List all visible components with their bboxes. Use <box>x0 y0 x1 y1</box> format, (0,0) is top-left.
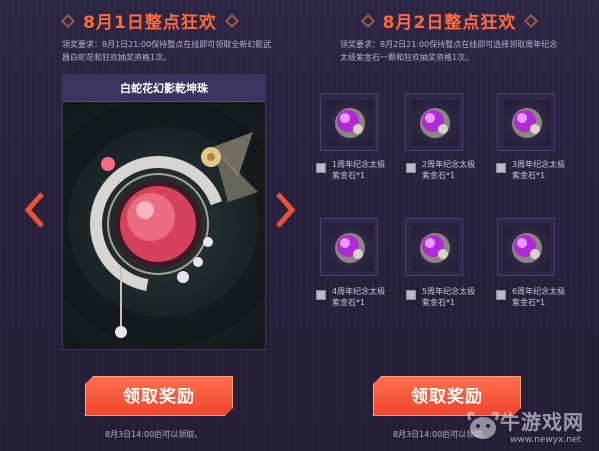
weapon-artwork <box>63 102 265 349</box>
day2-requirement: 领奖要求：8月2日21:00保持整点在线即可选择领取周年纪念太极紫金石一颗和狂欢… <box>340 40 558 62</box>
item-quantity: 紫金石*1 <box>332 298 366 307</box>
item-name: 3周年纪念太极 <box>512 160 566 169</box>
reward-item-1-checkbox[interactable] <box>316 163 326 173</box>
item-quantity: 紫金石*1 <box>512 298 546 307</box>
showcase-title: 白蛇花幻影乾坤珠 <box>63 75 265 102</box>
reward-item-3[interactable] <box>497 93 555 151</box>
reward-item-3-checkbox[interactable] <box>496 163 506 173</box>
day1-title-text: 8月1日整点狂欢 <box>83 13 217 33</box>
purple-gem-icon <box>335 108 365 138</box>
claim-reward-button-day1[interactable]: 领取奖励 <box>85 376 233 416</box>
item-name: 1周年纪念太极 <box>332 160 386 169</box>
purple-gem-icon <box>420 233 450 263</box>
watermark-url: www.newyx.net <box>510 435 582 445</box>
reward-item-5-checkbox[interactable] <box>406 290 416 300</box>
day2-title-text: 8月2日整点狂欢 <box>382 13 517 33</box>
reward-showcase: 白蛇花幻影乾坤珠 <box>62 74 266 350</box>
reward-item-2[interactable] <box>405 93 463 151</box>
reward-item-6[interactable] <box>497 218 555 276</box>
item-quantity: 紫金石*1 <box>422 298 456 307</box>
item-quantity: 紫金石*1 <box>332 171 366 180</box>
reward-item-5[interactable] <box>405 218 463 276</box>
day2-panel: 8月2日整点狂欢 领奖要求：8月2日21:00保持整点在线即可选择领取周年纪念太… <box>300 0 599 451</box>
item-name: 4周年纪念太极 <box>332 287 386 296</box>
reward-item-6-checkbox[interactable] <box>496 290 506 300</box>
purple-gem-icon <box>512 108 542 138</box>
watermark-text: 牛游戏网 <box>500 410 584 434</box>
item-quantity: 紫金石*1 <box>422 171 456 180</box>
day2-title: 8月2日整点狂欢 <box>300 8 599 33</box>
reward-item-4-checkbox[interactable] <box>316 290 326 300</box>
reward-item-2-checkbox[interactable] <box>406 163 416 173</box>
ornament-icon <box>61 13 76 29</box>
chevron-right-icon[interactable] <box>272 190 298 230</box>
day1-claim-note: 8月3日14:00后可以领取。 <box>105 430 203 439</box>
ornament-icon <box>224 13 239 29</box>
day1-title: 8月1日整点狂欢 <box>0 8 300 33</box>
ornament-icon <box>360 13 375 29</box>
item-name: 5周年纪念太极 <box>422 287 476 296</box>
item-quantity: 紫金石*1 <box>512 171 546 180</box>
chevron-left-icon[interactable] <box>22 190 48 230</box>
moon-orb-icon <box>63 102 265 347</box>
reward-item-4[interactable] <box>320 218 378 276</box>
site-watermark: 牛游戏网 www.newyx.net <box>466 400 599 451</box>
ornament-icon <box>524 13 539 29</box>
item-name: 2周年纪念太极 <box>422 160 476 169</box>
day1-requirement: 领奖要求：8月1日21:00保持整点在线即可领取全新幻影武器白蛇花和狂欢抽奖资格… <box>62 40 272 62</box>
purple-gem-icon <box>335 233 365 263</box>
bull-logo-icon <box>467 411 499 439</box>
purple-gem-icon <box>420 108 450 138</box>
item-name: 6周年纪念太极 <box>512 287 566 296</box>
purple-gem-icon <box>512 233 542 263</box>
reward-item-1[interactable] <box>320 93 378 151</box>
day1-panel: 8月1日整点狂欢 领奖要求：8月1日21:00保持整点在线即可领取全新幻影武器白… <box>0 0 300 451</box>
